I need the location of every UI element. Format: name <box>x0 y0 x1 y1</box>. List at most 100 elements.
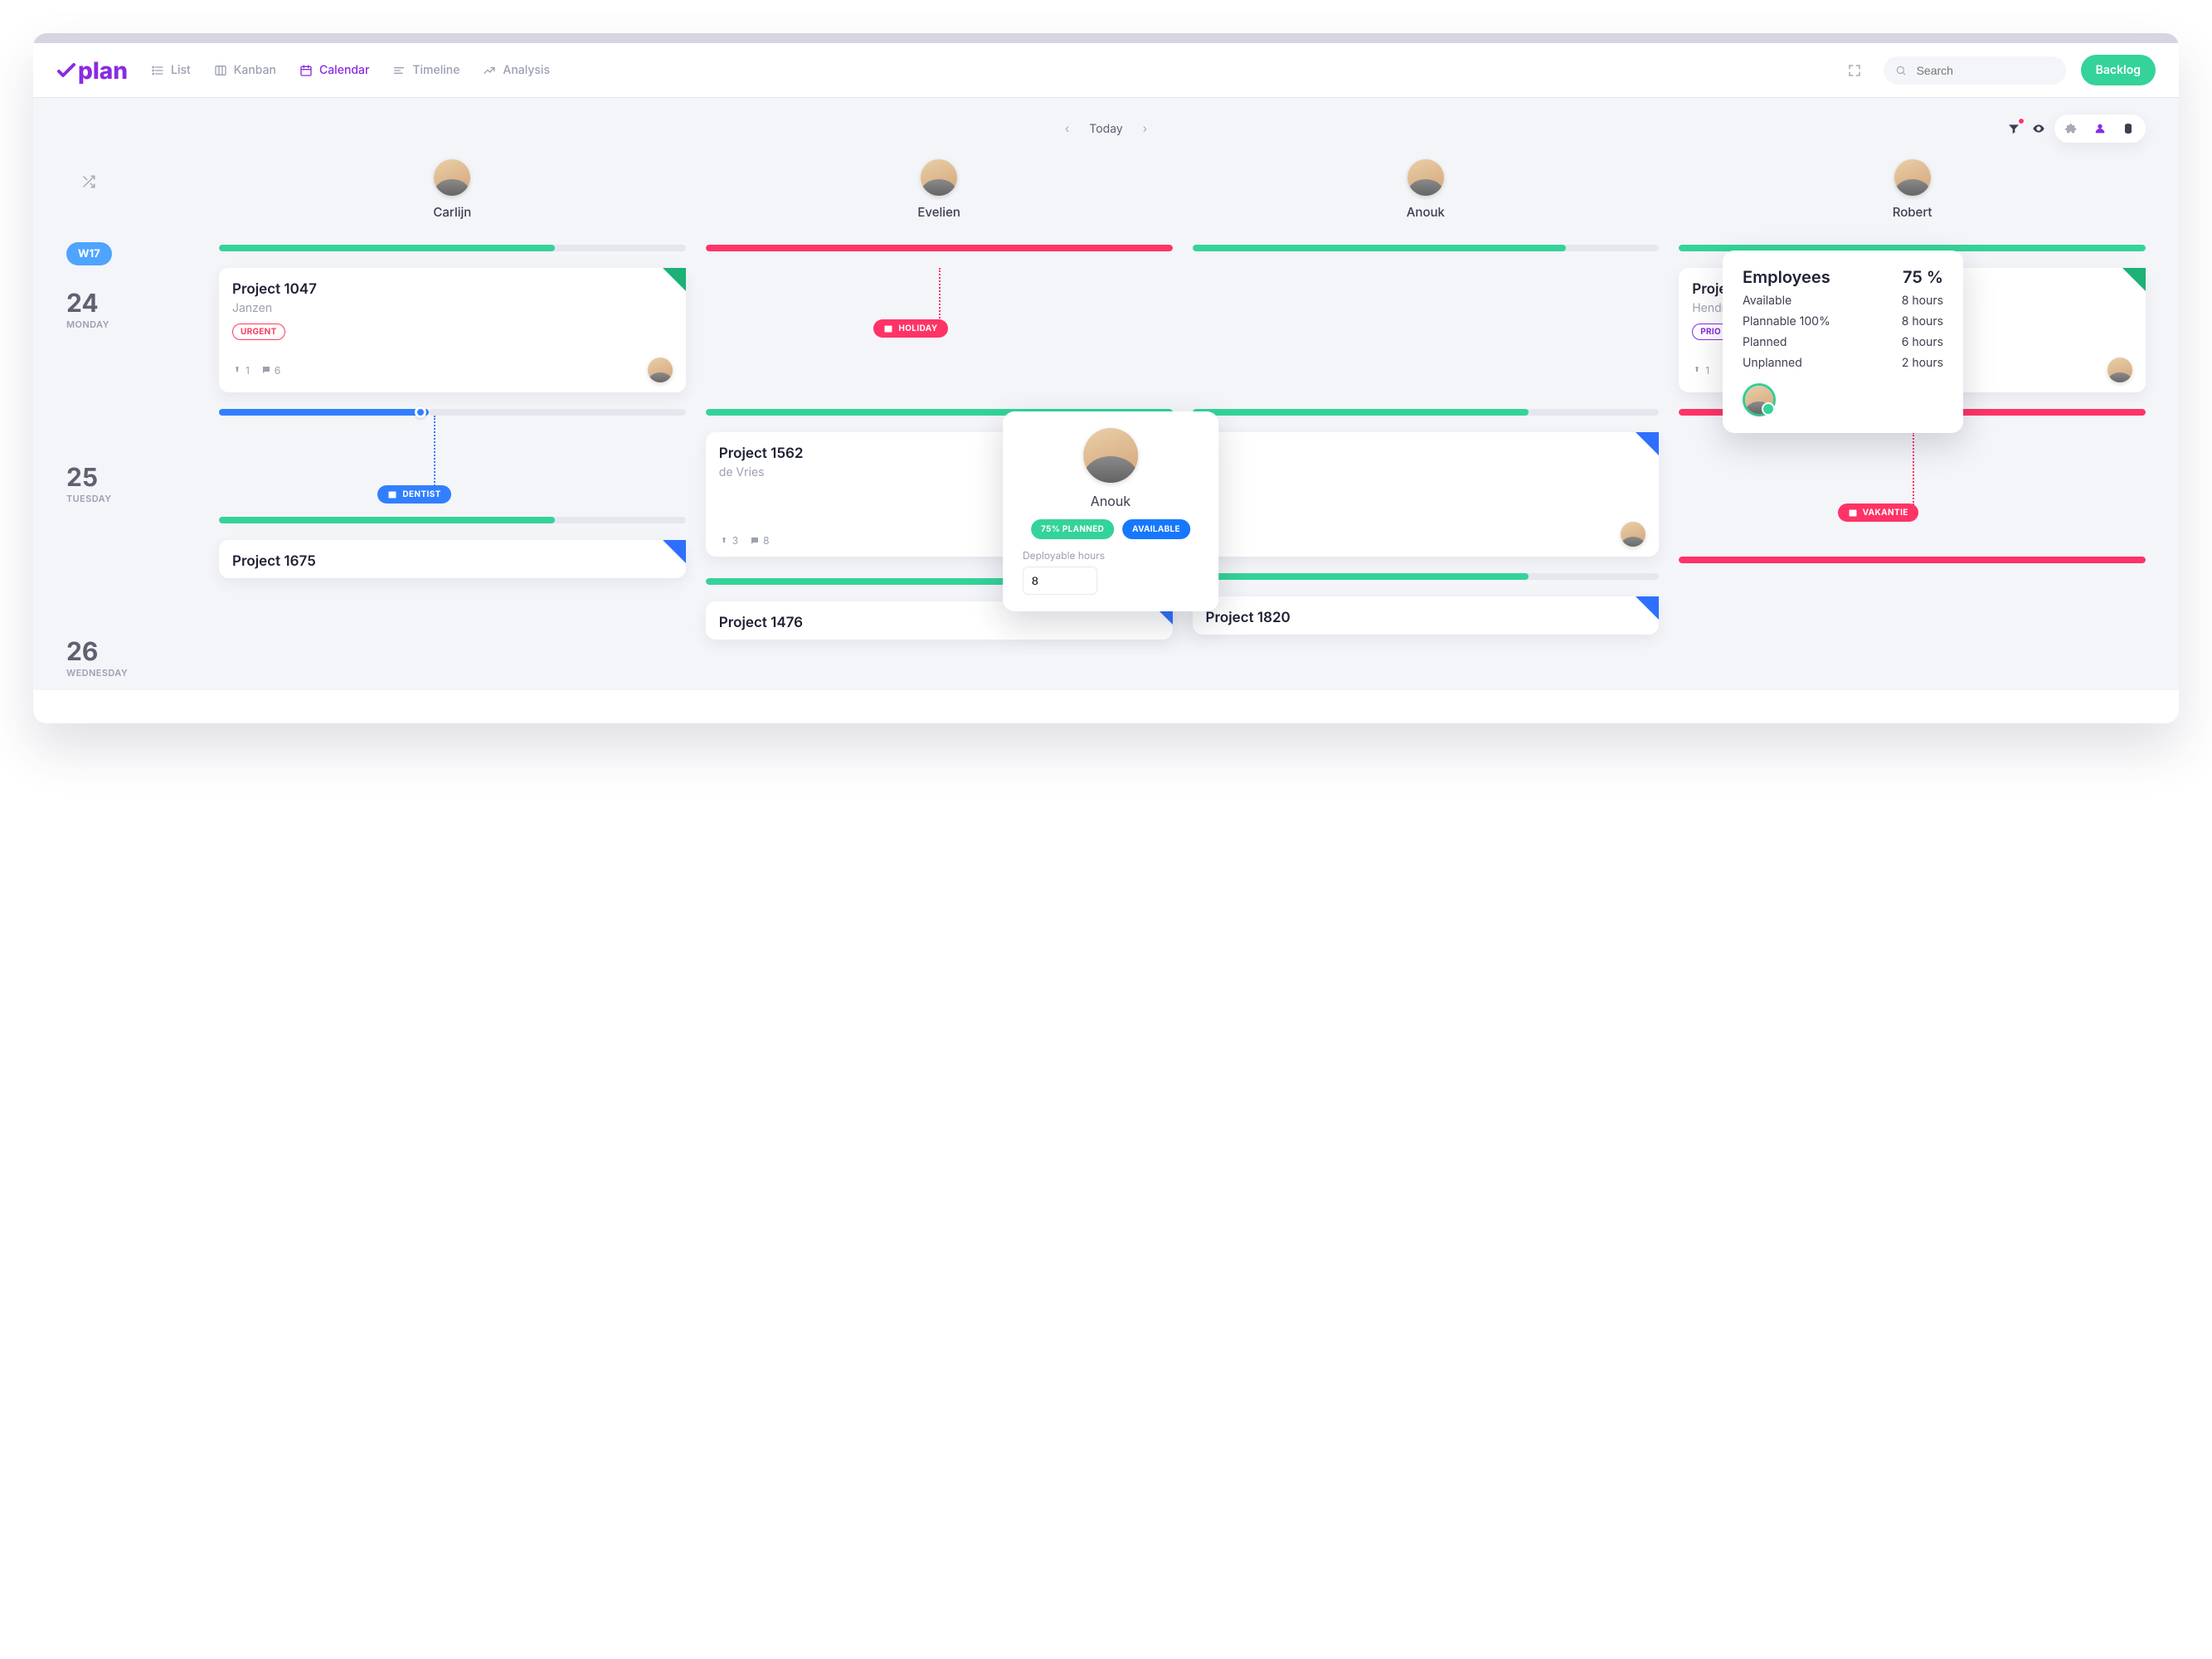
upload-icon <box>232 365 242 375</box>
capacity-bar <box>1193 409 1660 416</box>
view-kanban[interactable]: Kanban <box>214 63 276 77</box>
view-analysis[interactable]: Analysis <box>483 63 550 77</box>
capacity-bar <box>1193 573 1660 580</box>
search-icon <box>1895 64 1907 77</box>
shuffle-button[interactable] <box>75 168 103 196</box>
logo-text: plan <box>78 56 128 85</box>
today-label[interactable]: Today <box>1089 122 1122 136</box>
project-card[interactable] <box>1193 432 1660 557</box>
capacity-bar <box>1193 245 1660 251</box>
capacity-bar <box>1679 557 2146 563</box>
assignee-avatar <box>2107 358 2132 382</box>
calendar-icon <box>299 64 313 77</box>
filter-button[interactable] <box>2005 119 2023 138</box>
corner-flag <box>1636 432 1659 455</box>
topbar: plan List Kanban Calendar Timeline Analy… <box>33 43 2179 98</box>
comments: 6 <box>261 364 280 377</box>
planned-pill: 75% PLANNED <box>1031 519 1114 539</box>
timeline-icon <box>392 64 406 77</box>
upload-icon <box>719 536 729 546</box>
view-list[interactable]: List <box>151 63 191 77</box>
corner-flag <box>2122 268 2146 291</box>
corner-flag <box>663 540 686 563</box>
attachments: 3 <box>719 534 738 547</box>
resources-button[interactable] <box>2119 119 2137 138</box>
calendar-small-icon <box>387 489 397 499</box>
upload-icon <box>1692 365 1702 375</box>
card-subtitle: Janzen <box>232 301 673 315</box>
assignee-avatar <box>648 358 673 382</box>
popover-title: Employees <box>1743 267 1830 287</box>
capacity-bar <box>706 245 1173 251</box>
person-name: Carlijn <box>433 204 471 220</box>
avatar <box>434 159 470 196</box>
fullscreen-button[interactable] <box>1840 56 1869 85</box>
comments: 8 <box>750 534 769 547</box>
eye-icon <box>2032 122 2045 135</box>
assignee-avatar <box>1621 522 1646 547</box>
check-icon <box>56 61 76 80</box>
card-title: Project 1476 <box>719 615 1159 631</box>
project-card[interactable]: Project 1820 <box>1193 596 1660 635</box>
lane-anouk: Anouk Project 1820 <box>1193 159 1660 690</box>
chat-icon <box>261 365 271 375</box>
chart-icon <box>483 64 496 77</box>
week-pill: W17 <box>66 242 112 265</box>
logo: plan <box>56 56 128 85</box>
person-name: Anouk <box>1407 204 1445 220</box>
person-popover: Anouk 75% PLANNED AVAILABLE Deployable h… <box>1003 411 1218 611</box>
list-icon <box>151 64 164 77</box>
hours-label: Deployable hours <box>1023 549 1198 562</box>
plugin-button[interactable] <box>2063 119 2081 138</box>
corner-flag <box>1636 596 1659 620</box>
holiday-tag[interactable]: HOLIDAY <box>873 319 947 338</box>
hours-input[interactable] <box>1023 567 1097 595</box>
view-timeline-label: Timeline <box>412 63 459 77</box>
status-avatar <box>1743 383 1776 416</box>
person-name: Evelien <box>917 204 960 220</box>
visibility-button[interactable] <box>2030 119 2048 138</box>
popover-name: Anouk <box>1091 493 1130 509</box>
view-calendar[interactable]: Calendar <box>299 63 369 77</box>
avatar <box>1083 428 1138 483</box>
calendar-small-icon <box>883 324 893 333</box>
shuffle-icon <box>81 174 96 189</box>
dentist-tag[interactable]: DENTIST <box>377 485 450 504</box>
users-icon <box>2093 122 2107 135</box>
project-card[interactable]: Project 1047 Janzen URGENT 1 6 <box>219 268 686 392</box>
view-kanban-label: Kanban <box>234 63 276 77</box>
corner-flag <box>663 268 686 291</box>
date-column: W17 24MONDAY 25TUESDAY 26WEDNESDAY <box>66 159 199 690</box>
next-button[interactable]: › <box>1143 122 1147 136</box>
backlog-button[interactable]: Backlog <box>2081 55 2156 85</box>
subheader: ‹ Today › <box>33 98 2179 159</box>
avatar <box>1407 159 1444 196</box>
day-cell: 24MONDAY <box>66 289 199 330</box>
view-timeline[interactable]: Timeline <box>392 63 459 77</box>
capacity-bar <box>219 517 686 523</box>
puzzle-icon <box>2065 122 2078 135</box>
calendar-board: W17 24MONDAY 25TUESDAY 26WEDNESDAY Carli… <box>33 159 2179 690</box>
event-block: HOLIDAY <box>706 268 1173 392</box>
event-block: VAKANTIE <box>1679 432 2146 540</box>
capacity-bar <box>219 245 686 251</box>
search-input[interactable] <box>1915 63 2051 78</box>
calendar-small-icon <box>1848 508 1858 518</box>
card-title: Project 1820 <box>1206 610 1646 626</box>
search-bar[interactable] <box>1884 56 2066 85</box>
view-tabs: List Kanban Calendar Timeline Analysis <box>151 63 550 77</box>
columns-icon <box>214 64 227 77</box>
team-button[interactable] <box>2091 119 2109 138</box>
day-cell: 25TUESDAY <box>66 463 199 504</box>
available-pill: AVAILABLE <box>1122 519 1190 539</box>
group-toggle <box>2054 114 2146 143</box>
view-list-label: List <box>171 63 191 77</box>
chat-icon <box>750 536 760 546</box>
project-card[interactable]: Project 1675 <box>219 540 686 578</box>
vakantie-tag[interactable]: VAKANTIE <box>1838 504 1918 522</box>
card-title: Project 1675 <box>232 553 673 570</box>
view-calendar-label: Calendar <box>319 63 369 77</box>
attachments: 1 <box>1692 364 1709 377</box>
prev-button[interactable]: ‹ <box>1065 122 1069 136</box>
avatar <box>921 159 957 196</box>
